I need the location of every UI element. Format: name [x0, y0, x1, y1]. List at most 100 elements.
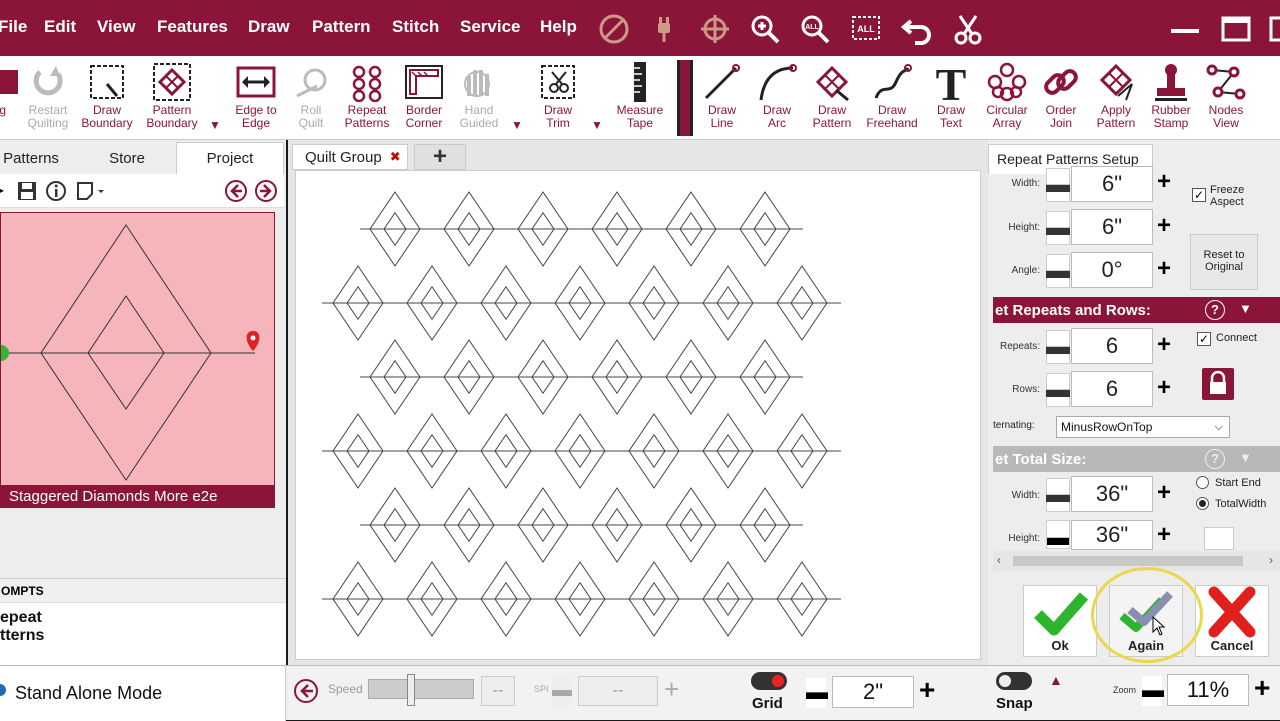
total-width-increment-button[interactable]: + — [1157, 479, 1171, 507]
chevron-down-icon[interactable]: ▼ — [511, 118, 523, 132]
previous-arrow-icon[interactable] — [224, 179, 248, 208]
repeats-increment-button[interactable]: + — [1157, 331, 1171, 359]
close-tab-icon[interactable]: ✖ — [390, 149, 401, 165]
tool-nodes-view[interactable]: Nodes View — [1194, 60, 1258, 138]
back-arrow-icon[interactable] — [293, 678, 319, 709]
reset-to-original-button[interactable]: Reset to Original — [1190, 234, 1258, 290]
menu-edit[interactable]: Edit — [44, 17, 76, 37]
zoom-input[interactable]: 11% — [1167, 674, 1249, 706]
zoom-all-icon[interactable]: ALL — [798, 12, 832, 46]
chevron-up-icon[interactable]: ▲ — [1049, 672, 1063, 688]
tool-repeat-patterns[interactable]: Repeat Patterns — [335, 60, 399, 138]
lock-icon[interactable] — [1202, 368, 1234, 400]
tool-draw-freehand[interactable]: Draw Freehand — [860, 60, 924, 138]
tab-store[interactable]: Store — [92, 144, 162, 172]
unlock-icon[interactable] — [1204, 527, 1234, 550]
chevron-down-icon[interactable]: ▼ — [591, 118, 603, 132]
tool-draw-pattern[interactable]: Draw Pattern — [800, 60, 864, 138]
total-height-increment-button[interactable]: + — [1157, 521, 1171, 549]
chevron-down-icon[interactable]: ▼ — [209, 118, 221, 132]
info-icon[interactable] — [45, 180, 67, 207]
menu-help[interactable]: Help — [540, 17, 577, 37]
select-all-icon[interactable]: ALL — [849, 12, 883, 46]
help-icon[interactable]: ? — [1205, 449, 1225, 469]
rows-increment-button[interactable]: + — [1157, 374, 1171, 402]
tool-roll-quilt[interactable]: Roll Quilt — [279, 60, 343, 138]
rows-decrement-button[interactable]: ▬ — [1046, 373, 1070, 407]
width-decrement-button[interactable]: ▬ — [1046, 168, 1070, 202]
menu-stitch[interactable]: Stitch — [392, 17, 439, 37]
tool-pattern-boundary[interactable]: Pattern Boundary — [140, 60, 204, 138]
spi-decrement-button[interactable]: ▬ — [552, 676, 572, 706]
tab-patterns[interactable]: Patterns — [0, 144, 66, 172]
connect-checkbox[interactable]: ✓ — [1197, 332, 1211, 346]
help-icon[interactable]: ? — [1205, 300, 1225, 320]
save-icon[interactable] — [16, 180, 38, 207]
snap-toggle[interactable] — [996, 672, 1032, 690]
grid-size-input[interactable]: 2" — [832, 676, 914, 708]
minimize-icon[interactable] — [1168, 12, 1202, 46]
tool-measure-tape[interactable]: Measure Tape — [608, 60, 672, 138]
zoom-decrement-button[interactable]: ▬ — [1142, 676, 1164, 706]
total-height-decrement-button[interactable]: ▬ — [1046, 520, 1070, 549]
crosshair-icon[interactable] — [698, 12, 732, 46]
speed-slider-thumb[interactable] — [407, 674, 415, 706]
pattern-preview[interactable]: Staggered Diamonds More e2e — [0, 212, 275, 508]
menu-draw[interactable]: Draw — [248, 17, 290, 37]
total-width-input[interactable]: 36" — [1071, 476, 1153, 512]
total-width-decrement-button[interactable]: ▬ — [1046, 478, 1070, 512]
plug-icon[interactable] — [647, 12, 681, 46]
angle-input[interactable]: 0° — [1071, 252, 1153, 288]
angle-decrement-button[interactable]: ▬ — [1046, 254, 1070, 288]
repeats-input[interactable]: 6 — [1071, 328, 1153, 364]
next-arrow-icon[interactable] — [254, 179, 278, 208]
tool-restart-quilting[interactable]: Restart Quilting — [16, 60, 80, 138]
new-document-icon[interactable] — [75, 180, 105, 207]
grid-toggle[interactable] — [751, 672, 787, 690]
height-decrement-button[interactable]: ▬ — [1046, 211, 1070, 245]
tool-draw-boundary[interactable]: Draw Boundary — [75, 60, 139, 138]
menu-view[interactable]: View — [97, 17, 135, 37]
total-width-radio[interactable] — [1196, 497, 1209, 510]
tab-project[interactable]: Project — [176, 142, 284, 174]
scissors-icon[interactable] — [951, 12, 985, 46]
height-input[interactable]: 6" — [1071, 209, 1153, 245]
zoom-in-icon[interactable] — [748, 12, 782, 46]
menu-pattern[interactable]: Pattern — [312, 17, 371, 37]
height-increment-button[interactable]: + — [1157, 212, 1171, 240]
tool-draw-text[interactable]: T Draw Text — [919, 60, 983, 138]
close-window-icon[interactable] — [1262, 12, 1280, 46]
menu-features[interactable]: Features — [157, 17, 228, 37]
chevron-down-icon[interactable]: ▸ — [0, 183, 4, 197]
scroll-left-icon[interactable]: ‹ — [997, 553, 1001, 567]
no-needle-icon[interactable] — [597, 12, 631, 46]
maximize-icon[interactable] — [1219, 12, 1253, 46]
tool-hand-guided[interactable]: Hand Guided — [447, 60, 511, 138]
scrollbar-thumb[interactable] — [1013, 556, 1243, 566]
grid-decrement-button[interactable]: ▬ — [806, 678, 828, 708]
rows-input[interactable]: 6 — [1071, 371, 1153, 407]
width-input[interactable]: 6" — [1071, 166, 1153, 202]
angle-increment-button[interactable]: + — [1157, 255, 1171, 283]
quilt-canvas[interactable] — [295, 170, 981, 660]
tab-quilt-group[interactable]: Quilt Group ✖ — [292, 144, 408, 170]
speed-slider[interactable] — [368, 674, 474, 706]
tool-draw-trim[interactable]: Draw Trim — [526, 60, 590, 138]
alternating-select[interactable]: MinusRowOnTop ⌵ — [1056, 416, 1230, 438]
zoom-increment-button[interactable]: + — [1254, 672, 1270, 704]
undo-icon[interactable] — [900, 12, 934, 46]
grid-increment-button[interactable]: + — [919, 674, 935, 706]
chevron-down-icon[interactable]: ▼ — [1239, 450, 1252, 465]
menu-file[interactable]: File — [0, 17, 27, 37]
chevron-down-icon[interactable]: ▼ — [1239, 301, 1252, 316]
start-end-radio[interactable] — [1196, 476, 1209, 489]
freeze-aspect-checkbox[interactable]: ✓ — [1192, 188, 1206, 202]
scroll-right-icon[interactable]: › — [1269, 553, 1273, 567]
spi-increment-button[interactable]: + — [664, 674, 679, 705]
ok-button[interactable]: Ok — [1023, 585, 1097, 657]
cancel-button[interactable]: Cancel — [1195, 585, 1269, 657]
repeats-decrement-button[interactable]: ▬ — [1046, 330, 1070, 364]
total-height-input[interactable]: 36" — [1071, 520, 1153, 550]
menu-service[interactable]: Service — [460, 17, 521, 37]
add-tab-button[interactable]: + — [414, 143, 466, 170]
